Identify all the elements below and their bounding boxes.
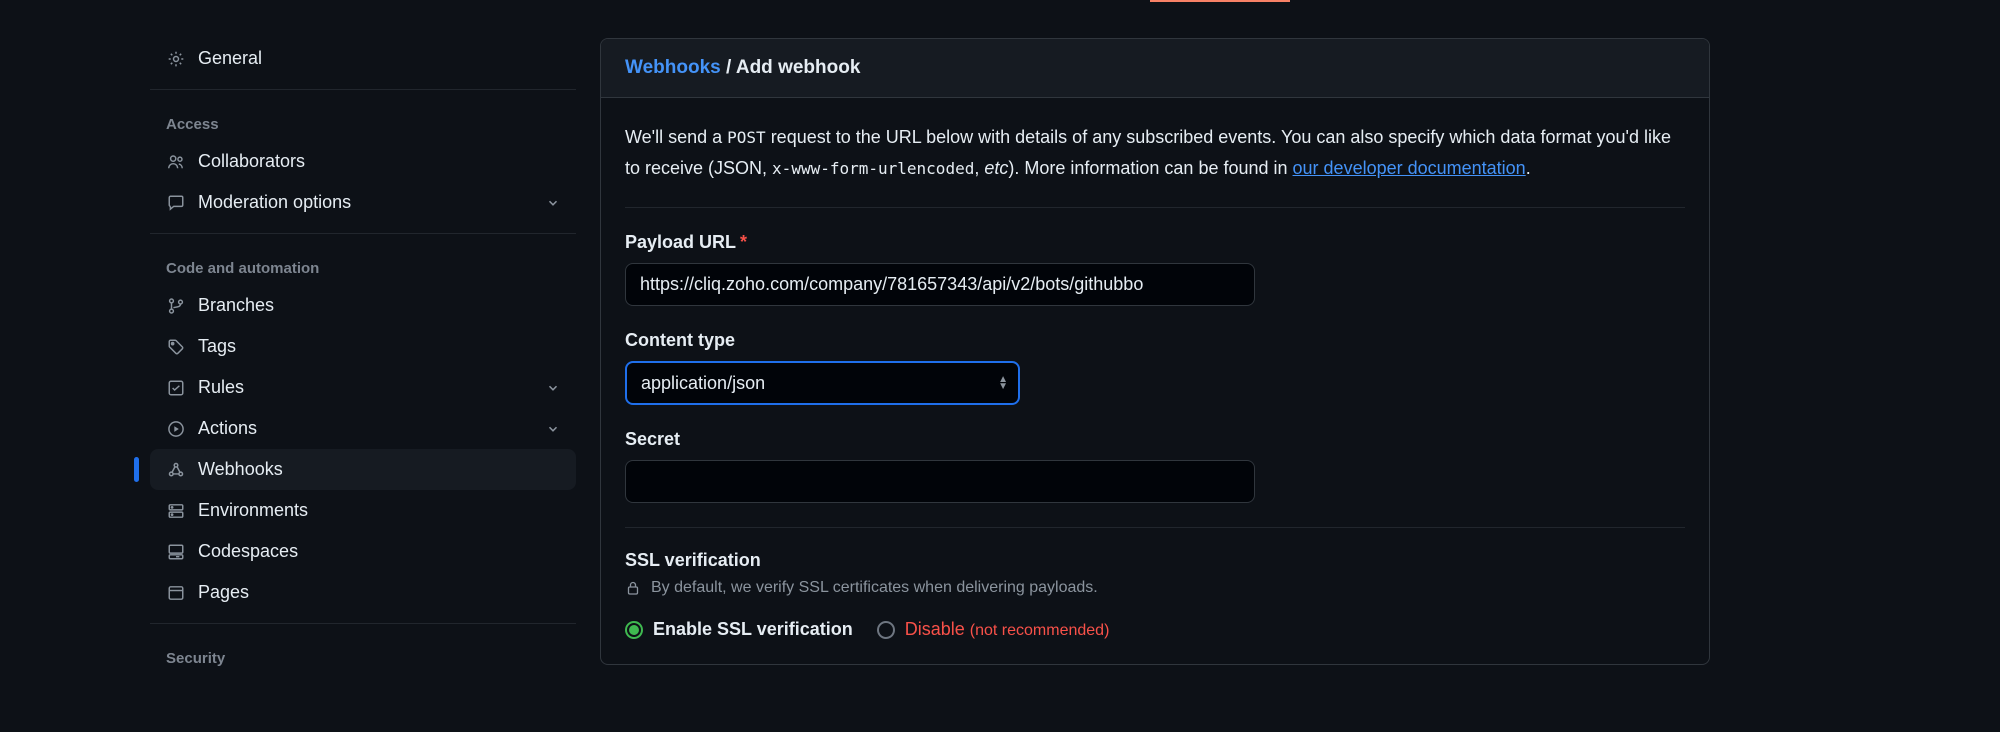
sidebar-item-tags[interactable]: Tags — [150, 326, 576, 367]
branch-icon — [166, 296, 186, 316]
sidebar-item-label: Rules — [198, 377, 534, 398]
sidebar-item-label: Codespaces — [198, 541, 560, 562]
form-divider — [625, 527, 1685, 528]
ssl-disable-radio[interactable]: Disable (not recommended) — [877, 619, 1110, 640]
chevron-down-icon — [546, 381, 560, 395]
webhook-icon — [166, 460, 186, 480]
content-type-label: Content type — [625, 330, 1685, 351]
sidebar-item-environments[interactable]: Environments — [150, 490, 576, 531]
code-post: POST — [727, 128, 766, 147]
sidebar-item-branches[interactable]: Branches — [150, 285, 576, 326]
breadcrumb: Webhooks / Add webhook — [601, 39, 1709, 98]
divider — [150, 89, 576, 90]
browser-icon — [166, 583, 186, 603]
section-header-access: Access — [150, 108, 576, 141]
radio-dot-icon — [625, 621, 643, 639]
payload-url-label: Payload URL* — [625, 232, 1685, 253]
sidebar-item-codespaces[interactable]: Codespaces — [150, 531, 576, 572]
content-type-group: Content type application/json ▲▼ — [625, 330, 1685, 405]
required-asterisk: * — [740, 232, 747, 252]
comment-icon — [166, 193, 186, 213]
breadcrumb-sep: / — [721, 57, 736, 78]
secret-group: Secret — [625, 429, 1685, 503]
sidebar-item-label: Webhooks — [198, 459, 560, 480]
developer-docs-link[interactable]: our developer documentation — [1293, 158, 1526, 178]
sidebar-item-label: Tags — [198, 336, 560, 357]
sidebar-item-collaborators[interactable]: Collaborators — [150, 141, 576, 182]
webhook-form-card: Webhooks / Add webhook We'll send a POST… — [600, 38, 1710, 665]
settings-sidebar: General Access Collaborators Moderation … — [150, 38, 600, 675]
secret-label: Secret — [625, 429, 1685, 450]
sidebar-item-label: General — [198, 48, 560, 69]
sidebar-item-webhooks[interactable]: Webhooks — [150, 449, 576, 490]
sidebar-item-label: Actions — [198, 418, 534, 439]
divider — [150, 623, 576, 624]
sidebar-item-label: Moderation options — [198, 192, 534, 213]
content-type-select[interactable]: application/json — [625, 361, 1020, 405]
sidebar-item-label: Environments — [198, 500, 560, 521]
sidebar-item-moderation[interactable]: Moderation options — [150, 182, 576, 223]
sidebar-item-label: Pages — [198, 582, 560, 603]
breadcrumb-current: Add webhook — [736, 57, 861, 78]
sidebar-item-label: Collaborators — [198, 151, 560, 172]
ssl-note: By default, we verify SSL certificates w… — [625, 579, 1685, 597]
intro-text: We'll send a POST request to the URL bel… — [625, 122, 1685, 208]
section-header-code: Code and automation — [150, 252, 576, 285]
chevron-down-icon — [546, 422, 560, 436]
payload-url-input[interactable] — [625, 263, 1255, 306]
lock-icon — [625, 580, 641, 596]
ssl-radio-group: Enable SSL verification Disable (not rec… — [625, 619, 1685, 640]
sidebar-item-label: Branches — [198, 295, 560, 316]
sidebar-item-pages[interactable]: Pages — [150, 572, 576, 613]
codespaces-icon — [166, 542, 186, 562]
ssl-enable-radio[interactable]: Enable SSL verification — [625, 619, 853, 640]
secret-input[interactable] — [625, 460, 1255, 503]
people-icon — [166, 152, 186, 172]
rules-icon — [166, 378, 186, 398]
section-header-security: Security — [150, 642, 576, 675]
server-icon — [166, 501, 186, 521]
main-content: Webhooks / Add webhook We'll send a POST… — [600, 38, 1710, 675]
gear-icon — [166, 49, 186, 69]
radio-dot-icon — [877, 621, 895, 639]
ssl-heading: SSL verification — [625, 550, 1685, 571]
sidebar-item-actions[interactable]: Actions — [150, 408, 576, 449]
breadcrumb-root-link[interactable]: Webhooks — [625, 57, 721, 78]
payload-url-group: Payload URL* — [625, 232, 1685, 306]
tag-icon — [166, 337, 186, 357]
sidebar-item-rules[interactable]: Rules — [150, 367, 576, 408]
sidebar-item-general[interactable]: General — [150, 38, 576, 79]
divider — [150, 233, 576, 234]
play-circle-icon — [166, 419, 186, 439]
code-urlencoded: x-www-form-urlencoded — [772, 159, 974, 178]
chevron-down-icon — [546, 196, 560, 210]
top-tab-accent — [1150, 0, 1290, 2]
